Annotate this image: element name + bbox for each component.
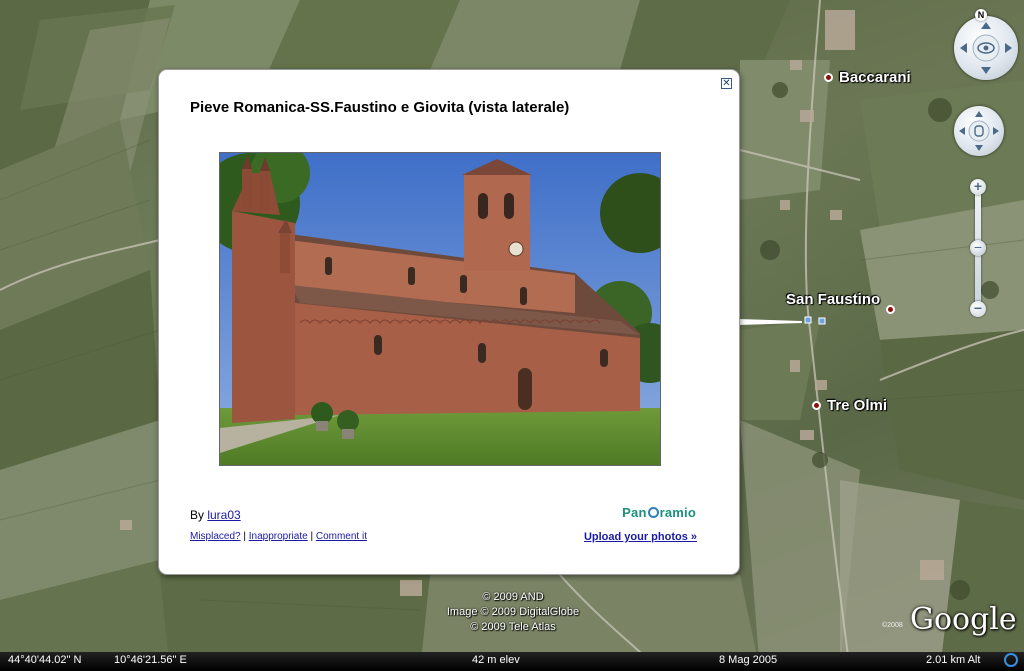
place-name: San Faustino [786,291,881,308]
link-separator: | [240,531,249,542]
place-marker-icon [886,305,896,314]
copyright-line: © 2009 Tele Atlas [470,621,556,633]
status-bar: 44°40'44.02" N 10°46'21.56" E 42 m elev … [0,652,1024,671]
photo-image [220,153,660,465]
google-logo: Google [910,602,1017,637]
place-name: Baccarani [839,69,911,86]
close-icon[interactable]: ✕ [721,78,732,89]
balloon-title: Pieve Romanica-SS.Faustino e Giovita (vi… [190,99,570,116]
copyright-line: © 2009 AND [482,591,544,603]
elevation-readout: 42 m elev [472,654,520,666]
north-indicator[interactable]: N [975,9,987,21]
place-name: Tre Olmi [827,397,888,414]
author-link[interactable]: lura03 [207,508,240,522]
look-control[interactable] [954,16,1018,80]
eye-altitude-readout: 2.01 km Alt [926,654,981,666]
imagery-date: 8 Mag 2005 [719,654,778,666]
hand-icon [959,111,999,151]
panoramio-o-icon [647,507,659,518]
place-marker-icon [812,401,821,410]
place-label-tre-olmi[interactable]: Tre Olmi [812,397,887,414]
google-logo-year: ©2008 [882,622,903,629]
eye-icon [960,22,1012,74]
streaming-indicator-icon [1004,653,1018,667]
move-control[interactable] [954,106,1004,156]
church-photo[interactable] [219,152,661,466]
panoramio-logo[interactable]: Pan ramio [622,505,696,520]
upload-photos-link[interactable]: Upload your photos » [584,531,697,543]
imagery-copyright: © 2009 AND Image © 2009 DigitalGlobe © 2… [430,590,596,635]
zoom-out-button[interactable]: − [970,301,986,317]
longitude-readout: 10°46'21.56" E [114,654,187,666]
balloon-pointer [738,319,802,325]
author-prefix: By [190,508,208,522]
comment-link[interactable]: Comment it [316,531,367,542]
author-line: By lura03 [190,508,241,522]
panoramio-logo-left: Pan [622,505,647,520]
copyright-line: Image © 2009 DigitalGlobe [446,606,580,618]
latitude-readout: 44°40'44.02" N [8,654,82,666]
link-separator: | [307,531,316,542]
inappropriate-link[interactable]: Inappropriate [249,531,308,542]
zoom-slider-handle[interactable]: − [970,240,986,256]
misplaced-link[interactable]: Misplaced? [190,531,241,542]
report-links: Misplaced? | Inappropriate | Comment it [190,531,367,542]
place-marker-icon [824,73,833,82]
zoom-in-button[interactable]: + [970,179,986,195]
place-label-baccarani[interactable]: Baccarani [824,69,911,86]
place-label-san-faustino[interactable]: San Faustino [786,285,896,314]
panoramio-logo-right: ramio [659,505,696,520]
photo-info-balloon: ✕ Pieve Romanica-SS.Faustino e Giovita (… [158,69,740,575]
